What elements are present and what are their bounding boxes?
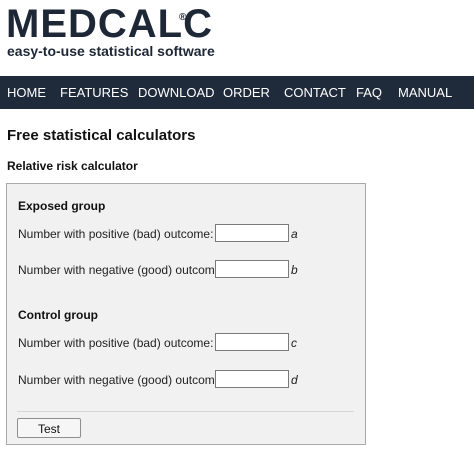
calculator-form: Exposed group Number with positive (bad)… [6,183,366,445]
nav-home[interactable]: HOME [7,76,46,109]
exposed-group-title: Exposed group [18,199,106,213]
variable-b-label: b [291,263,298,277]
nav-faq[interactable]: FAQ [356,76,382,109]
variable-a-label: a [291,227,298,241]
exposed-positive-input[interactable] [215,224,289,242]
control-group-title: Control group [18,308,98,322]
control-positive-input[interactable] [215,333,289,351]
exposed-negative-input[interactable] [215,260,289,278]
control-negative-input[interactable] [215,370,289,388]
exposed-negative-label: Number with negative (good) outcome: [18,263,225,277]
main-nav: HOME FEATURES DOWNLOAD ORDER CONTACT FAQ… [0,76,474,109]
exposed-positive-label: Number with positive (bad) outcome: [18,227,214,241]
nav-features[interactable]: FEATURES [60,76,128,109]
control-negative-label: Number with negative (good) outcome: [18,373,225,387]
test-button[interactable]: Test [17,418,81,438]
nav-download[interactable]: DOWNLOAD [138,76,215,109]
variable-d-label: d [291,373,298,387]
control-positive-label: Number with positive (bad) outcome: [18,336,214,350]
page-title: Free statistical calculators [7,127,196,144]
calculator-title: Relative risk calculator [7,159,138,173]
site-header: MEDCALC ® easy-to-use statistical softwa… [0,0,474,76]
form-divider [17,411,354,412]
site-logo[interactable]: MEDCALC [6,4,213,44]
nav-contact[interactable]: CONTACT [284,76,346,109]
site-tagline: easy-to-use statistical software [7,43,215,59]
nav-manual[interactable]: MANUAL [398,76,452,109]
variable-c-label: c [291,336,297,350]
nav-order[interactable]: ORDER [223,76,270,109]
registered-mark: ® [179,12,187,23]
